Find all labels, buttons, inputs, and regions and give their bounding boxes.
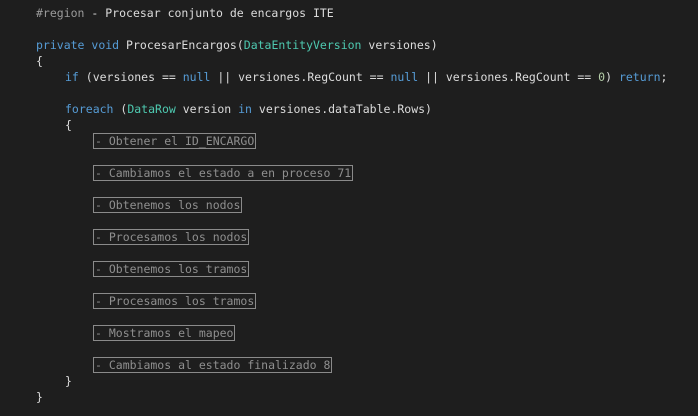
- foreach-keyword: foreach: [65, 102, 114, 116]
- collapsed-region-line: - Cambiamos al estado finalizado 8: [93, 357, 333, 373]
- collapsed-region-line: - Procesamos los nodos: [93, 229, 250, 245]
- param-type: DataEntityVersion: [243, 38, 362, 52]
- method-open-paren: (: [236, 38, 244, 52]
- foreach-open-brace-line: {: [65, 117, 72, 133]
- if-condition-open: (versiones ==: [78, 70, 183, 84]
- method-signature-line: private void ProcesarEncargos(DataEntity…: [36, 37, 438, 53]
- null-literal-1: null: [182, 70, 211, 84]
- collapsed-region-obtenemos-nodos[interactable]: - Obtenemos los nodos: [93, 197, 243, 213]
- foreach-close-brace: }: [65, 374, 72, 388]
- collapsed-region-line: - Mostramos el mapeo: [93, 325, 236, 341]
- collapsed-region-obtenemos-tramos[interactable]: - Obtenemos los tramos: [93, 261, 250, 277]
- foreach-open-brace: {: [65, 118, 72, 132]
- return-type: void: [91, 38, 120, 52]
- region-directive-line: #region - Procesar conjunto de encargos …: [36, 5, 334, 21]
- param-name: versiones: [361, 38, 431, 52]
- method-open-brace-line: {: [36, 53, 43, 69]
- if-condition-close: ): [605, 70, 619, 84]
- method-close-brace-line: }: [36, 389, 43, 405]
- method-close-brace: }: [36, 390, 43, 404]
- collapsed-region-line: - Obtenemos los tramos: [93, 261, 250, 277]
- if-condition-mid-1: || versiones.RegCount ==: [210, 70, 391, 84]
- loop-variable: version: [175, 102, 239, 116]
- collapsed-region-procesamos-tramos[interactable]: - Procesamos los tramos: [93, 293, 257, 309]
- datarow-type: DataRow: [127, 102, 176, 116]
- foreach-statement-line: foreach (DataRow version in versiones.da…: [65, 101, 432, 117]
- if-condition-mid-2: || versiones.RegCount ==: [418, 70, 599, 84]
- return-keyword: return: [618, 70, 661, 84]
- method-open-brace: {: [36, 54, 43, 68]
- method-name: ProcesarEncargos: [126, 38, 237, 52]
- collapsed-region-cambiamos-estado-finalizado[interactable]: - Cambiamos al estado finalizado 8: [93, 357, 333, 373]
- if-keyword: if: [65, 70, 79, 84]
- if-semicolon: ;: [660, 70, 668, 84]
- collapsed-region-procesamos-nodos[interactable]: - Procesamos los nodos: [93, 229, 250, 245]
- if-statement-line: if (versiones == null || versiones.RegCo…: [65, 69, 667, 85]
- region-keyword: #region: [36, 6, 85, 20]
- collapsed-region-cambiamos-estado-en-proceso[interactable]: - Cambiamos el estado a en proceso 71: [93, 165, 354, 181]
- collapsed-region-line: - Obtenemos los nodos: [93, 197, 243, 213]
- foreach-open-paren: (: [113, 102, 128, 116]
- collapsed-region-line: - Cambiamos el estado a en proceso 71: [93, 165, 354, 181]
- access-modifier: private: [36, 38, 85, 52]
- collapsed-region-line: - Obtener el ID_ENCARGO: [93, 133, 257, 149]
- method-close-paren: ): [430, 38, 438, 52]
- null-literal-2: null: [390, 70, 419, 84]
- foreach-close-brace-line: }: [65, 373, 72, 389]
- in-keyword: in: [238, 102, 252, 116]
- foreach-collection: versiones.dataTable.Rows): [251, 102, 432, 116]
- collapsed-region-obtener-id-encargo[interactable]: - Obtener el ID_ENCARGO: [93, 133, 257, 149]
- collapsed-region-mostramos-mapeo[interactable]: - Mostramos el mapeo: [93, 325, 236, 341]
- region-title: - Procesar conjunto de encargos ITE: [91, 6, 334, 20]
- code-editor[interactable]: #region - Procesar conjunto de encargos …: [0, 0, 698, 416]
- collapsed-region-line: - Procesamos los tramos: [93, 293, 257, 309]
